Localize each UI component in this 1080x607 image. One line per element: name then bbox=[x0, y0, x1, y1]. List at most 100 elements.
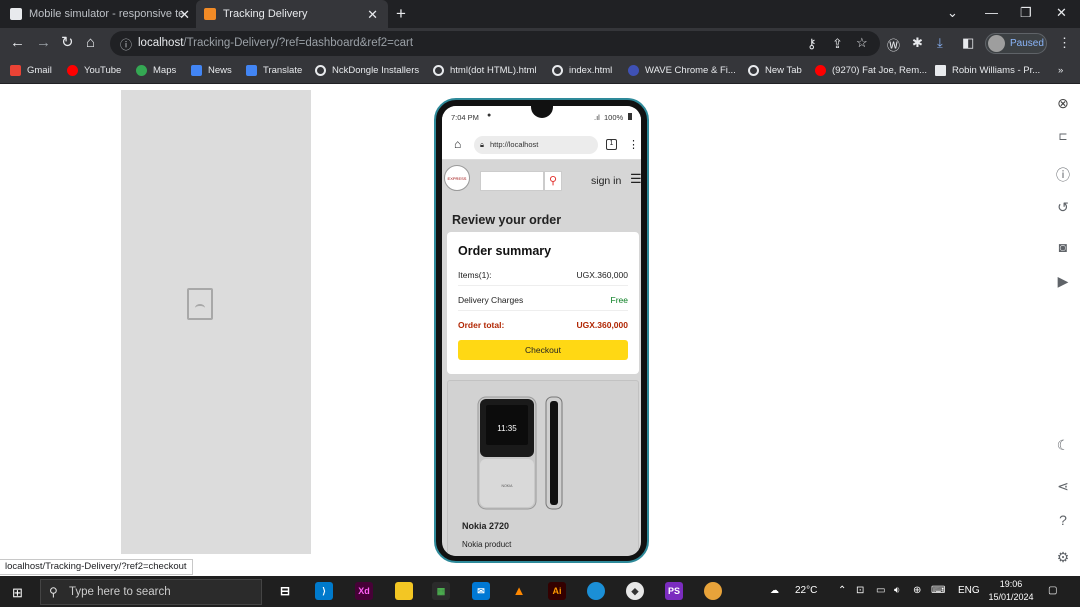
address-url[interactable]: localhost/Tracking-Delivery/?ref=dashboa… bbox=[138, 37, 413, 49]
info-icon[interactable]: ⓘ bbox=[1053, 166, 1073, 184]
extensions-puzzle-icon[interactable]: ✱ bbox=[912, 35, 923, 51]
product-card[interactable]: 11:35 NOKIA Nokia 2720 Nokia product bbox=[447, 380, 639, 556]
bookmark-new-tab[interactable]: New Tab bbox=[748, 65, 802, 76]
language-indicator[interactable]: ENG bbox=[958, 585, 980, 596]
restore-button[interactable]: ❐ bbox=[1020, 5, 1032, 21]
bookmark-translate[interactable]: Translate bbox=[246, 65, 302, 76]
camera-icon[interactable]: ◙ bbox=[1053, 238, 1073, 256]
product-brand: NOKIA bbox=[502, 484, 514, 488]
close-window-button[interactable]: ✕ bbox=[1056, 5, 1067, 21]
rotate-icon[interactable]: ↺ bbox=[1053, 198, 1073, 216]
edge-icon[interactable] bbox=[587, 582, 605, 600]
menu-kebab-icon[interactable]: ⋮ bbox=[1058, 35, 1071, 51]
taskbar-search[interactable]: ⚲ Type here to search bbox=[40, 579, 262, 605]
mail-icon[interactable]: ✉ bbox=[472, 582, 490, 600]
bookmark-youtube[interactable]: YouTube bbox=[67, 65, 121, 76]
tab-tracking-delivery[interactable]: Tracking Delivery ✕ bbox=[196, 0, 388, 28]
back-button[interactable]: ← bbox=[10, 34, 25, 52]
order-summary-title: Order summary bbox=[458, 244, 552, 258]
bookmark-html-dot[interactable]: html(dot HTML).html bbox=[433, 65, 537, 76]
site-logo[interactable]: EXPRESS DELIVERY bbox=[444, 165, 470, 191]
weather-icon[interactable]: ☁︎ bbox=[770, 585, 779, 596]
bookmark-fat-joe[interactable]: (9270) Fat Joe, Rem... bbox=[815, 65, 927, 76]
site-search-input[interactable] bbox=[480, 171, 544, 191]
video-record-icon[interactable]: ▶ bbox=[1053, 272, 1073, 290]
search-icon[interactable]: ⚲ bbox=[544, 171, 562, 191]
bookmark-star-icon[interactable]: ☆ bbox=[856, 35, 868, 51]
signin-link[interactable]: sign in bbox=[591, 175, 621, 187]
share-icon[interactable]: ⇪ bbox=[832, 36, 843, 52]
wave-extension-icon[interactable]: Ⓦ bbox=[887, 35, 900, 54]
download-icon[interactable]: ⤓ bbox=[937, 35, 943, 51]
globe-icon bbox=[748, 65, 759, 76]
bookmark-wave[interactable]: WAVE Chrome & Fi... bbox=[628, 65, 736, 76]
new-tab-button[interactable]: + bbox=[396, 4, 406, 24]
adobe-xd-icon[interactable]: Xd bbox=[355, 582, 373, 600]
bookmark-robin-williams[interactable]: Robin Williams - Pr... bbox=[935, 65, 1040, 76]
mobile-address-bar[interactable]: 🔒︎ http://localhost bbox=[474, 136, 598, 154]
forward-button[interactable]: → bbox=[36, 34, 51, 52]
keyboard-icon[interactable]: ⌨ bbox=[931, 585, 945, 596]
total-label: Order total: bbox=[458, 320, 505, 330]
bookmarks-overflow-button[interactable]: » bbox=[1058, 65, 1063, 76]
signal-icon: .ıl bbox=[594, 113, 600, 122]
product-image[interactable]: 11:35 NOKIA bbox=[476, 395, 566, 515]
news-icon bbox=[191, 65, 202, 76]
checkout-button[interactable]: Checkout bbox=[458, 340, 628, 360]
tab-title: Tracking Delivery bbox=[223, 8, 308, 20]
side-panel-icon[interactable]: ◧ bbox=[962, 35, 974, 51]
responsive-toggle-icon[interactable]: ⊏ bbox=[1053, 128, 1073, 146]
chrome-icon[interactable] bbox=[704, 582, 722, 600]
help-icon[interactable]: ? bbox=[1053, 511, 1073, 529]
site-info-icon[interactable]: ⓘ bbox=[120, 36, 132, 53]
profile-button[interactable]: Paused bbox=[985, 33, 1047, 54]
inkscape-icon[interactable]: ◆ bbox=[626, 582, 644, 600]
tray-network-icon[interactable]: ⊡ bbox=[856, 585, 864, 596]
close-tab-icon[interactable]: ✕ bbox=[367, 7, 378, 23]
minimize-button[interactable]: — bbox=[985, 5, 998, 20]
bookmark-nckdongle[interactable]: NckDongle Installers bbox=[315, 65, 419, 76]
mobile-url-text: http://localhost bbox=[490, 140, 539, 149]
tray-chevron-icon[interactable]: ⌃ bbox=[838, 585, 846, 596]
address-bar[interactable]: ⓘ localhost/Tracking-Delivery/?ref=dashb… bbox=[110, 31, 880, 56]
bookmark-news[interactable]: News bbox=[191, 65, 232, 76]
notifications-icon[interactable]: ▢ bbox=[1048, 585, 1057, 596]
weather-temp[interactable]: 22°C bbox=[795, 585, 817, 596]
tab-count[interactable]: 1 bbox=[606, 139, 617, 150]
dark-mode-moon-icon[interactable]: ☾ bbox=[1053, 436, 1073, 454]
reload-button[interactable]: ↻ bbox=[61, 34, 74, 52]
product-screen-time: 11:35 bbox=[497, 424, 517, 433]
vscode-icon[interactable]: ⟩ bbox=[315, 582, 333, 600]
illustrator-icon[interactable]: Ai bbox=[548, 582, 566, 600]
tab-mobile-simulator[interactable]: Mobile simulator - responsive te ✕ bbox=[10, 0, 190, 28]
mobile-home-icon[interactable]: ⌂ bbox=[454, 137, 461, 151]
total-row: Order total: UGX.360,000 bbox=[458, 320, 628, 330]
file-explorer-icon[interactable] bbox=[395, 582, 413, 600]
bookmark-maps[interactable]: Maps bbox=[136, 65, 176, 76]
phpstorm-icon[interactable]: PS bbox=[665, 582, 683, 600]
hamburger-menu-icon[interactable]: ☰ bbox=[630, 171, 641, 187]
settings-gear-icon[interactable]: ⚙ bbox=[1053, 548, 1073, 566]
product-name[interactable]: Nokia 2720 bbox=[462, 521, 509, 531]
total-value: UGX.360,000 bbox=[576, 320, 628, 330]
divider bbox=[458, 285, 628, 286]
task-view-icon[interactable]: ⊟ bbox=[276, 582, 294, 600]
vlc-icon[interactable]: ▲ bbox=[510, 582, 528, 600]
volume-icon[interactable]: 🔉︎ bbox=[894, 585, 900, 596]
bookmark-gmail[interactable]: Gmail bbox=[10, 65, 52, 76]
start-windows-icon[interactable]: ⊞ bbox=[12, 585, 23, 601]
close-panel-icon[interactable]: ⊗ bbox=[1053, 94, 1073, 112]
items-row: Items(1): UGX.360,000 bbox=[458, 270, 628, 280]
share-icon[interactable]: ⋖ bbox=[1053, 477, 1073, 495]
store-icon[interactable]: ▦ bbox=[432, 582, 450, 600]
mobile-menu-icon[interactable]: ⋮ bbox=[628, 138, 639, 151]
taskbar-clock[interactable]: 19:06 15/01/2024 bbox=[986, 578, 1036, 604]
close-tab-icon[interactable]: ✕ bbox=[179, 7, 190, 23]
bookmark-index[interactable]: index.html bbox=[552, 65, 612, 76]
taskbar-search-placeholder: Type here to search bbox=[69, 586, 171, 598]
password-key-icon[interactable]: ⚷ bbox=[807, 36, 817, 52]
tray-battery-icon[interactable]: ▭ bbox=[876, 585, 885, 596]
tab-search-icon[interactable]: ⌄ bbox=[947, 5, 958, 21]
home-button[interactable]: ⌂ bbox=[86, 34, 95, 52]
wifi-globe-icon[interactable]: ⊕ bbox=[913, 585, 921, 596]
